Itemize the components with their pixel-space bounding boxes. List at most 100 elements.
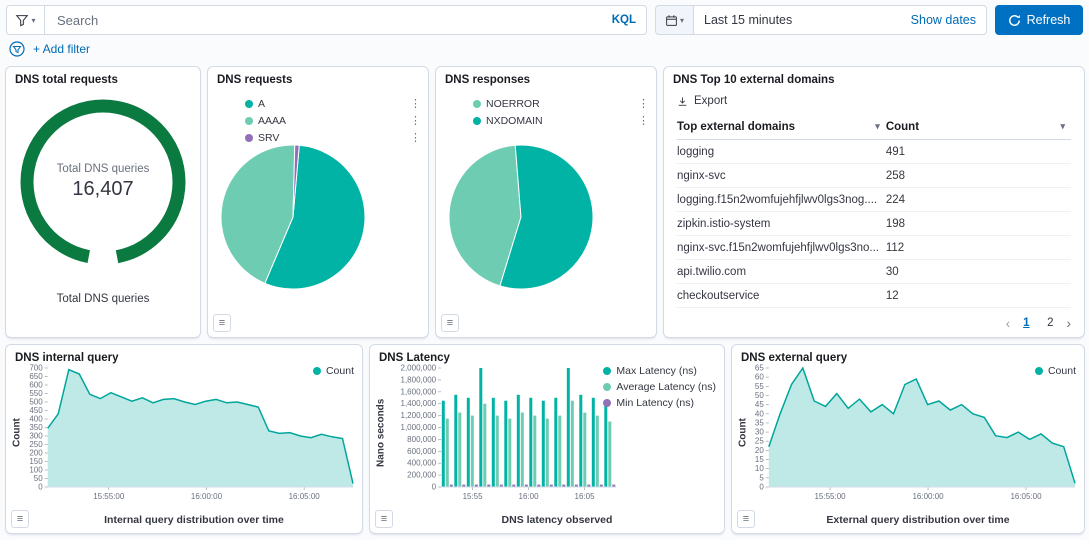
svg-text:0: 0 <box>432 483 437 492</box>
chart-legend: Count <box>313 365 354 377</box>
search-box: KQL <box>44 5 647 35</box>
kql-button[interactable]: KQL <box>612 14 636 26</box>
legend-label: A <box>258 98 265 110</box>
chevron-down-icon: ▾ <box>31 16 35 25</box>
svg-text:300: 300 <box>29 432 43 441</box>
date-quick-select-button[interactable]: ▾ <box>655 5 693 35</box>
legend-item[interactable]: A ⋮ <box>245 97 421 110</box>
legend-toggle-button[interactable]: ≡ <box>737 510 755 528</box>
legend-dot <box>245 100 253 108</box>
add-filter-button[interactable]: + Add filter <box>33 42 90 56</box>
legend-dot <box>245 134 253 142</box>
svg-text:1,000,000: 1,000,000 <box>401 423 437 432</box>
cell-count: 12 <box>886 284 1071 308</box>
cell-domain: logging.f15n2womfujehfjlwv0lgs3nog.... <box>677 188 886 212</box>
time-range-label: Last 15 minutes <box>704 13 792 27</box>
legend-options-icon[interactable]: ⋮ <box>638 97 649 110</box>
page-buttons: 12 <box>1018 317 1058 329</box>
legend-dot <box>603 383 611 391</box>
svg-text:400: 400 <box>29 415 43 424</box>
cell-domain: checkoutservice <box>677 284 886 308</box>
next-page-button[interactable]: › <box>1066 316 1071 330</box>
legend-options-icon[interactable]: ⋮ <box>410 131 421 144</box>
export-button[interactable]: Export <box>677 95 727 107</box>
saved-query-menu-button[interactable]: ▾ <box>6 5 44 35</box>
bar-chart[interactable]: 0200,000400,000600,000800,0001,000,0001,… <box>388 363 620 503</box>
panel-title: DNS requests <box>217 74 292 86</box>
legend-dot <box>245 117 253 125</box>
legend-item[interactable]: Count <box>1035 365 1076 377</box>
svg-text:55: 55 <box>755 382 764 391</box>
legend-item[interactable]: NXDOMAIN ⋮ <box>473 114 649 127</box>
svg-text:800,000: 800,000 <box>407 435 436 444</box>
table-row: logging.f15n2womfujehfjlwv0lgs3nog....22… <box>677 188 1071 212</box>
prev-page-button[interactable]: ‹ <box>1006 316 1011 330</box>
legend-toggle-button[interactable]: ≡ <box>441 314 459 332</box>
page-1-button[interactable]: 1 <box>1018 317 1034 329</box>
legend-item[interactable]: Average Latency (ns) <box>603 381 716 393</box>
sort-chevron-icon: ▾ <box>1060 121 1065 132</box>
panel-dns-latency: DNS Latency Max Latency (ns) Average Lat… <box>369 344 725 534</box>
area-chart[interactable]: 0510152025303540455055606515:55:0016:00:… <box>750 363 1079 503</box>
legend-dot <box>603 399 611 407</box>
cell-count: 258 <box>886 164 1071 188</box>
svg-text:60: 60 <box>755 373 764 382</box>
legend-item[interactable]: Min Latency (ns) <box>603 397 716 409</box>
refresh-label: Refresh <box>1027 13 1071 27</box>
legend-label: Max Latency (ns) <box>616 365 697 377</box>
chart-legend: Max Latency (ns) Average Latency (ns) Mi… <box>603 365 716 409</box>
query-bar: ▾ KQL ▾ Last 15 minutes Show dates Refre… <box>6 5 1083 35</box>
legend-options-icon[interactable]: ⋮ <box>638 114 649 127</box>
svg-text:200,000: 200,000 <box>407 471 436 480</box>
legend-dot <box>1035 367 1043 375</box>
svg-text:16:00:00: 16:00:00 <box>191 492 223 501</box>
svg-text:1,600,000: 1,600,000 <box>401 387 437 396</box>
filter-options-button[interactable] <box>9 41 25 57</box>
legend-toggle-button[interactable]: ≡ <box>11 510 29 528</box>
date-picker-group: ▾ Last 15 minutes Show dates <box>655 5 987 35</box>
legend-item[interactable]: Count <box>313 365 354 377</box>
legend-item[interactable]: Max Latency (ns) <box>603 365 716 377</box>
column-header-count[interactable]: Count ▾ <box>886 115 1071 140</box>
cell-count: 198 <box>886 212 1071 236</box>
legend-item[interactable]: NOERROR ⋮ <box>473 97 649 110</box>
area-chart[interactable]: 0501001502002503003504004505005506006507… <box>24 363 357 503</box>
pagination: ‹ 12 › <box>1006 316 1071 330</box>
svg-text:1,200,000: 1,200,000 <box>401 411 437 420</box>
cell-count: 491 <box>886 140 1071 164</box>
filter-circle-icon <box>9 41 25 57</box>
svg-text:2,000,000: 2,000,000 <box>401 364 437 373</box>
legend-item[interactable]: AAAA ⋮ <box>245 114 421 127</box>
x-axis-title: Internal query distribution over time <box>36 514 352 526</box>
legend-options-icon[interactable]: ⋮ <box>410 114 421 127</box>
svg-text:65: 65 <box>755 364 764 373</box>
pie-chart[interactable] <box>446 142 596 292</box>
column-header-domains[interactable]: Top external domains ▾ <box>677 115 886 140</box>
legend-toggle-button[interactable]: ≡ <box>375 510 393 528</box>
search-input[interactable] <box>55 12 612 29</box>
legend-options-icon[interactable]: ⋮ <box>410 97 421 110</box>
legend-toggle-button[interactable]: ≡ <box>213 314 231 332</box>
svg-text:45: 45 <box>755 400 764 409</box>
show-dates-button[interactable]: Show dates <box>911 13 976 27</box>
y-axis-title: Nano seconds <box>374 363 388 503</box>
legend-label: AAAA <box>258 115 286 127</box>
x-axis-title: External query distribution over time <box>762 514 1074 526</box>
svg-text:600: 600 <box>29 381 43 390</box>
time-range-picker[interactable]: Last 15 minutes Show dates <box>693 5 987 35</box>
pie-chart[interactable] <box>218 142 368 292</box>
svg-text:700: 700 <box>29 364 43 373</box>
page-2-button[interactable]: 2 <box>1042 317 1058 329</box>
table-row: api.twilio.com30 <box>677 260 1071 284</box>
svg-text:450: 450 <box>29 406 43 415</box>
y-axis-title: Count <box>736 363 750 503</box>
svg-text:0: 0 <box>38 483 43 492</box>
legend-dot <box>313 367 321 375</box>
pie-legend: NOERROR ⋮ NXDOMAIN ⋮ <box>473 97 649 127</box>
refresh-button[interactable]: Refresh <box>995 5 1083 35</box>
column-label: Top external domains <box>677 121 795 133</box>
panel-dns-responses: DNS responses NOERROR ⋮ NXDOMAIN ⋮ ≡ <box>435 66 657 338</box>
svg-text:400,000: 400,000 <box>407 459 436 468</box>
chart-legend: Count <box>1035 365 1076 377</box>
table-row: logging491 <box>677 140 1071 164</box>
